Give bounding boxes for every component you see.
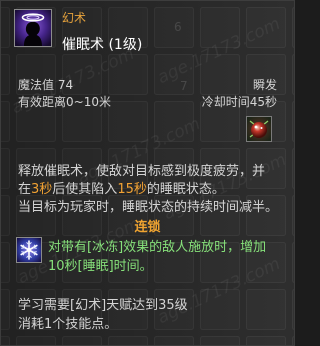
background-slot-number: 7 xyxy=(180,79,188,93)
requirement-line-1: 学习需要[幻术]天赋达到35级 xyxy=(18,298,188,313)
delay-duration: 3秒 xyxy=(31,182,53,197)
skill-school: 幻术 xyxy=(62,11,87,25)
snowflake-icon xyxy=(16,237,42,263)
hypnosis-head-icon xyxy=(14,9,52,47)
orb-highlight xyxy=(260,127,263,129)
background-slot-number: 6 xyxy=(174,20,182,34)
sleep-duration: 15秒 xyxy=(117,182,147,197)
requirement-line-2: 消耗1个技能点。 xyxy=(18,317,118,332)
description-text: 在 xyxy=(18,182,32,197)
skill-name: 催眠术 (1级) xyxy=(62,37,143,53)
chain-heading: 连锁 xyxy=(134,220,161,235)
skill-cooldown: 冷却时间45秒 xyxy=(201,95,277,109)
orb-highlight xyxy=(254,125,258,129)
red-orb-icon xyxy=(246,116,272,142)
skill-range: 有效距离0~10米 xyxy=(18,95,111,109)
chain-line-1: 对带有[冰冻]效果的敌人施放时，增加 xyxy=(48,240,267,255)
description-line-3: 当目标为玩家时，睡眠状态的持续时间减半。 xyxy=(18,200,279,215)
red-orb xyxy=(251,122,267,138)
description-line-1: 释放催眠术，使敌对目标感到极度疲劳，并 xyxy=(18,164,266,179)
mana-cost: 魔法值 74 xyxy=(18,78,74,92)
cast-time: 瞬发 xyxy=(252,78,277,92)
description-text: 后使其陷入 xyxy=(52,182,118,197)
chain-line-2: 10秒[睡眠]时间。 xyxy=(48,259,153,274)
description-line-2: 在3秒后使其陷入15秒的睡眠状态。 xyxy=(18,181,225,199)
description-text: 的睡眠状态。 xyxy=(146,182,225,197)
skill-tooltip: 6 7 age.17173.com age.17173.com age.1717… xyxy=(0,0,295,346)
snowflake-core xyxy=(27,248,31,252)
